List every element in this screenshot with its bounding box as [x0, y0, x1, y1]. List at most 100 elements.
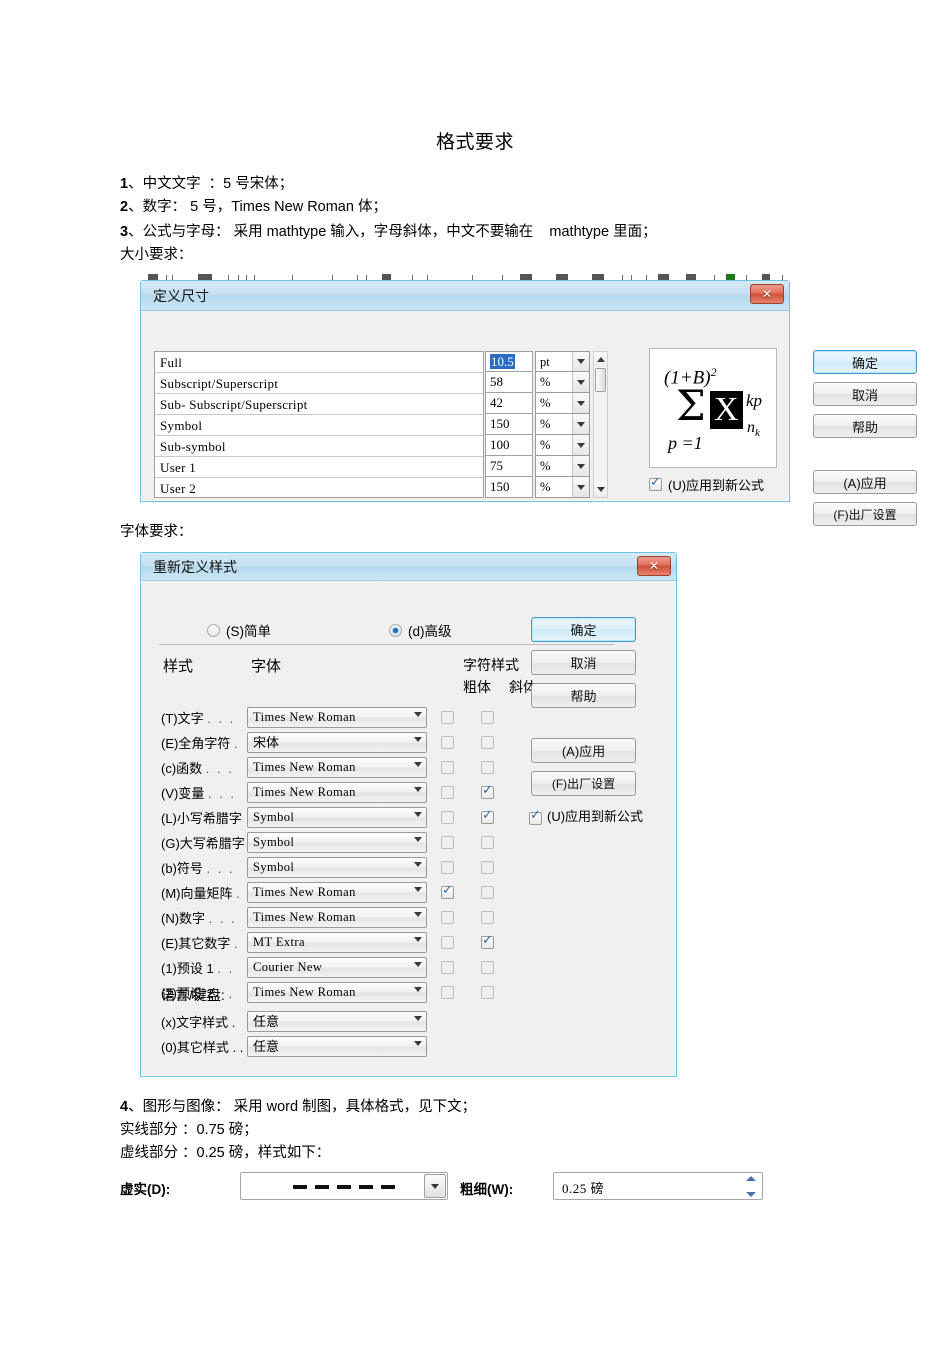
dialog-titlebar[interactable]: 定义尺寸 ✕ — [141, 281, 789, 311]
cancel-button[interactable]: 取消 — [813, 382, 917, 406]
font-select[interactable]: Symbol — [247, 857, 427, 878]
line-weight-value[interactable]: 0.25 磅 — [562, 1178, 604, 1197]
line-weight-stepper[interactable]: 0.25 磅 — [553, 1172, 763, 1200]
size-row-name[interactable]: User 1 — [155, 457, 483, 478]
italic-checkbox[interactable] — [481, 885, 494, 899]
apply-to-new-formula-checkbox[interactable] — [529, 809, 542, 825]
chevron-down-icon[interactable] — [414, 887, 422, 902]
size-row-name[interactable]: Sub-symbol — [155, 436, 483, 457]
dash-style-select[interactable] — [240, 1172, 448, 1200]
size-value-input[interactable]: 75 — [485, 456, 533, 477]
chevron-down-icon[interactable] — [572, 352, 589, 371]
bold-checkbox[interactable] — [441, 935, 454, 949]
italic-checkbox[interactable] — [481, 933, 494, 949]
size-unit-select[interactable]: % — [535, 435, 590, 456]
size-unit-select[interactable]: % — [535, 414, 590, 435]
stepper-down-icon[interactable] — [745, 1192, 756, 1197]
font-select[interactable]: MT Extra — [247, 932, 427, 953]
size-list-scrollbar[interactable] — [593, 351, 608, 498]
bold-checkbox[interactable] — [441, 710, 454, 724]
chevron-down-icon[interactable] — [414, 837, 422, 852]
size-name-list[interactable]: Full Subscript/Superscript Sub- Subscrip… — [154, 351, 484, 498]
stepper-up-icon[interactable] — [745, 1176, 756, 1181]
bold-checkbox[interactable] — [441, 910, 454, 924]
close-icon[interactable]: ✕ — [637, 556, 671, 576]
font-select[interactable]: Times New Roman — [247, 882, 427, 903]
size-unit-select[interactable]: % — [535, 456, 590, 477]
bold-checkbox[interactable] — [441, 735, 454, 749]
font-select[interactable]: Times New Roman — [247, 757, 427, 778]
size-row-name[interactable]: Sub- Subscript/Superscript — [155, 394, 483, 415]
chevron-down-icon[interactable] — [424, 1174, 446, 1198]
size-row-name[interactable]: Subscript/Superscript — [155, 373, 483, 394]
scroll-up-icon[interactable] — [594, 352, 607, 367]
chevron-down-icon[interactable] — [572, 414, 589, 434]
size-row-name[interactable]: User 2 — [155, 478, 483, 499]
size-unit-select[interactable]: % — [535, 477, 590, 498]
size-value-input[interactable]: 58 — [485, 372, 533, 393]
ok-button[interactable]: 确定 — [531, 617, 636, 642]
chevron-down-icon[interactable] — [414, 937, 422, 952]
italic-checkbox[interactable] — [481, 808, 494, 824]
size-value-input[interactable]: 42 — [485, 393, 533, 414]
chevron-down-icon[interactable] — [414, 862, 422, 877]
font-select[interactable]: Symbol — [247, 832, 427, 853]
apply-button[interactable]: (A)应用 — [531, 738, 636, 763]
help-button[interactable]: 帮助 — [813, 414, 917, 438]
text-style-language-select[interactable]: 任意 — [247, 1011, 427, 1032]
italic-checkbox[interactable] — [481, 783, 494, 799]
italic-checkbox[interactable] — [481, 760, 494, 774]
apply-to-new-formula-checkbox-row[interactable]: (U)应用到新公式 — [529, 809, 649, 825]
italic-checkbox[interactable] — [481, 710, 494, 724]
italic-checkbox[interactable] — [481, 910, 494, 924]
font-select[interactable]: Times New Roman — [247, 907, 427, 928]
size-unit-select[interactable]: % — [535, 372, 590, 393]
chevron-down-icon[interactable] — [572, 393, 589, 413]
other-style-language-select[interactable]: 任意 — [247, 1036, 427, 1057]
factory-settings-button[interactable]: (F)出厂设置 — [531, 771, 636, 796]
close-icon[interactable]: ✕ — [750, 284, 784, 304]
font-select[interactable]: Symbol — [247, 807, 427, 828]
cancel-button[interactable]: 取消 — [531, 650, 636, 675]
size-row-name[interactable]: Symbol — [155, 415, 483, 436]
italic-checkbox[interactable] — [481, 860, 494, 874]
scrollbar-thumb[interactable] — [595, 368, 606, 392]
size-unit-select[interactable]: % — [535, 393, 590, 414]
chevron-down-icon[interactable] — [414, 1041, 422, 1056]
chevron-down-icon[interactable] — [572, 435, 589, 455]
chevron-down-icon[interactable] — [572, 477, 589, 497]
size-unit-select[interactable]: pt — [535, 351, 590, 372]
radio-simple-icon[interactable] — [207, 623, 220, 637]
size-value-input[interactable]: 150 — [485, 414, 533, 435]
bold-checkbox[interactable] — [441, 960, 454, 974]
dialog-titlebar[interactable]: 重新定义样式 ✕ — [141, 553, 676, 581]
chevron-down-icon[interactable] — [414, 912, 422, 927]
bold-checkbox[interactable] — [441, 760, 454, 774]
bold-checkbox[interactable] — [441, 860, 454, 874]
bold-checkbox[interactable] — [441, 985, 454, 999]
italic-checkbox[interactable] — [481, 985, 494, 999]
font-select[interactable]: Courier New — [247, 957, 427, 978]
size-value-input[interactable]: 100 — [485, 435, 533, 456]
radio-advanced-icon[interactable] — [389, 623, 402, 637]
apply-to-new-formula-checkbox-row[interactable]: (U)应用到新公式 — [649, 475, 764, 494]
factory-settings-button[interactable]: (F)出厂设置 — [813, 502, 917, 526]
ok-button[interactable]: 确定 — [813, 350, 917, 374]
chevron-down-icon[interactable] — [572, 456, 589, 476]
chevron-down-icon[interactable] — [414, 787, 422, 802]
font-select[interactable]: 宋体 — [247, 732, 427, 753]
chevron-down-icon[interactable] — [414, 1016, 422, 1031]
stepper-arrows[interactable] — [742, 1176, 759, 1197]
chevron-down-icon[interactable] — [414, 762, 422, 777]
mode-option-advanced[interactable]: (d)高级 — [389, 620, 452, 640]
bold-checkbox[interactable] — [441, 785, 454, 799]
chevron-down-icon[interactable] — [414, 962, 422, 977]
bold-checkbox[interactable] — [441, 883, 454, 899]
size-value-input[interactable]: 150 — [485, 477, 533, 498]
chevron-down-icon[interactable] — [572, 372, 589, 392]
font-select[interactable]: Times New Roman — [247, 782, 427, 803]
italic-checkbox[interactable] — [481, 735, 494, 749]
mode-option-simple[interactable]: (S)简单 — [207, 620, 271, 640]
apply-button[interactable]: (A)应用 — [813, 470, 917, 494]
italic-checkbox[interactable] — [481, 835, 494, 849]
